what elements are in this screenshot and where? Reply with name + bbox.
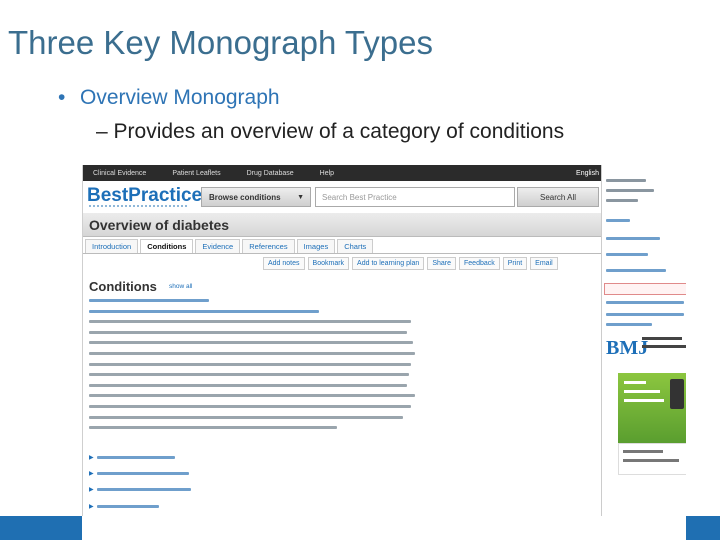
text-line (89, 426, 337, 430)
list-item[interactable]: ▶ (89, 482, 229, 498)
show-all-link[interactable]: show all (169, 283, 192, 290)
arrow-icon: ▶ (89, 487, 94, 494)
sidebar-link[interactable] (606, 269, 666, 272)
promo-text (623, 450, 663, 453)
bestpractice-logo[interactable]: BestPractice (87, 185, 202, 207)
list-item[interactable]: ▶ (89, 498, 229, 514)
sidebar-text (606, 179, 646, 182)
text-line (89, 373, 409, 377)
text-line[interactable] (89, 299, 209, 302)
arrow-icon: ▶ (89, 503, 94, 510)
athens-signin-box[interactable] (604, 283, 686, 295)
sidebar-link[interactable] (606, 237, 660, 240)
top-navigation: Clinical Evidence Patient Leaflets Drug … (83, 165, 601, 181)
tab-charts[interactable]: Charts (337, 239, 374, 253)
tab-conditions[interactable]: Conditions (140, 239, 194, 253)
list-item-label (97, 504, 159, 508)
sidebar-text (606, 199, 638, 202)
add-to-learning-plan-button[interactable]: Add to learning plan (352, 257, 425, 270)
conditions-heading: Conditions (89, 279, 157, 294)
slide-footer-bar (0, 516, 720, 540)
nav-patient-leaflets[interactable]: Patient Leaflets (172, 170, 220, 177)
slide-title: Three Key Monograph Types (8, 24, 433, 61)
phone-icon (670, 379, 684, 409)
register-promo[interactable] (618, 443, 686, 475)
list-item[interactable]: ▶ (89, 465, 229, 481)
tab-introduction[interactable]: Introduction (85, 239, 139, 253)
text-line (89, 351, 415, 355)
action-toolbar: Add notes Bookmark Add to learning plan … (263, 257, 561, 270)
sidebar-link[interactable] (606, 253, 648, 256)
list-item-label (97, 471, 189, 475)
bmj-tagline (642, 337, 686, 359)
embedded-screenshot: Clinical Evidence Patient Leaflets Drug … (82, 165, 686, 540)
text-line[interactable] (89, 309, 319, 313)
search-input[interactable]: Search Best Practice (315, 187, 515, 207)
print-button[interactable]: Print (502, 257, 528, 270)
list-item-label (97, 455, 175, 459)
sidebar-text (606, 189, 654, 192)
sidebar-link[interactable] (606, 219, 630, 222)
sidebar-link[interactable] (606, 301, 684, 304)
text-line (89, 341, 413, 345)
logo-underline (89, 205, 187, 207)
email-button[interactable]: Email (530, 257, 558, 270)
tab-images[interactable]: Images (296, 239, 336, 253)
feedback-button[interactable]: Feedback (459, 257, 500, 270)
condition-description (89, 299, 419, 437)
tab-bar: Introduction Conditions Evidence Referen… (85, 239, 375, 253)
page-header: Overview of diabetes (83, 213, 601, 237)
tab-evidence[interactable]: Evidence (195, 239, 241, 253)
text-line (89, 394, 415, 398)
share-button[interactable]: Share (427, 257, 457, 270)
text-line (89, 320, 411, 324)
bullet-label: Overview Monograph (80, 86, 280, 109)
arrow-icon: ▶ (89, 470, 94, 477)
right-sidebar: BMJ (601, 165, 686, 540)
list-item[interactable]: ▶ (89, 449, 229, 465)
text-line (89, 383, 407, 387)
mobile-access-promo[interactable] (618, 373, 686, 443)
browse-label: Browse conditions (209, 192, 281, 202)
chevron-down-icon: ▼ (297, 194, 304, 201)
language-selector[interactable]: English (576, 170, 599, 177)
page-title: Overview of diabetes (89, 217, 230, 233)
sidebar-link[interactable] (606, 323, 652, 326)
arrow-icon: ▶ (89, 454, 94, 461)
list-item-label (97, 488, 191, 492)
nav-drug-database[interactable]: Drug Database (247, 170, 294, 177)
promo-text (624, 381, 668, 402)
tab-references[interactable]: References (242, 239, 295, 253)
add-notes-button[interactable]: Add notes (263, 257, 305, 270)
text-line (89, 415, 403, 419)
screenshot-bottom-edge (82, 516, 686, 540)
search-all-button[interactable]: Search All (517, 187, 599, 207)
sub-bullet: – Provides an overview of a category of … (96, 120, 565, 143)
bullet-marker: • (58, 86, 66, 109)
sidebar-link[interactable] (606, 313, 684, 316)
nav-clinical-evidence[interactable]: Clinical Evidence (93, 170, 146, 177)
text-line (89, 330, 407, 334)
promo-text (623, 459, 679, 462)
text-line (89, 404, 411, 408)
bullet-item: • Overview Monograph (58, 86, 280, 110)
text-line (89, 362, 411, 366)
bookmark-button[interactable]: Bookmark (307, 257, 350, 270)
tab-divider (83, 253, 601, 254)
nav-help[interactable]: Help (320, 170, 334, 177)
browse-conditions-button[interactable]: Browse conditions ▼ (201, 187, 311, 207)
